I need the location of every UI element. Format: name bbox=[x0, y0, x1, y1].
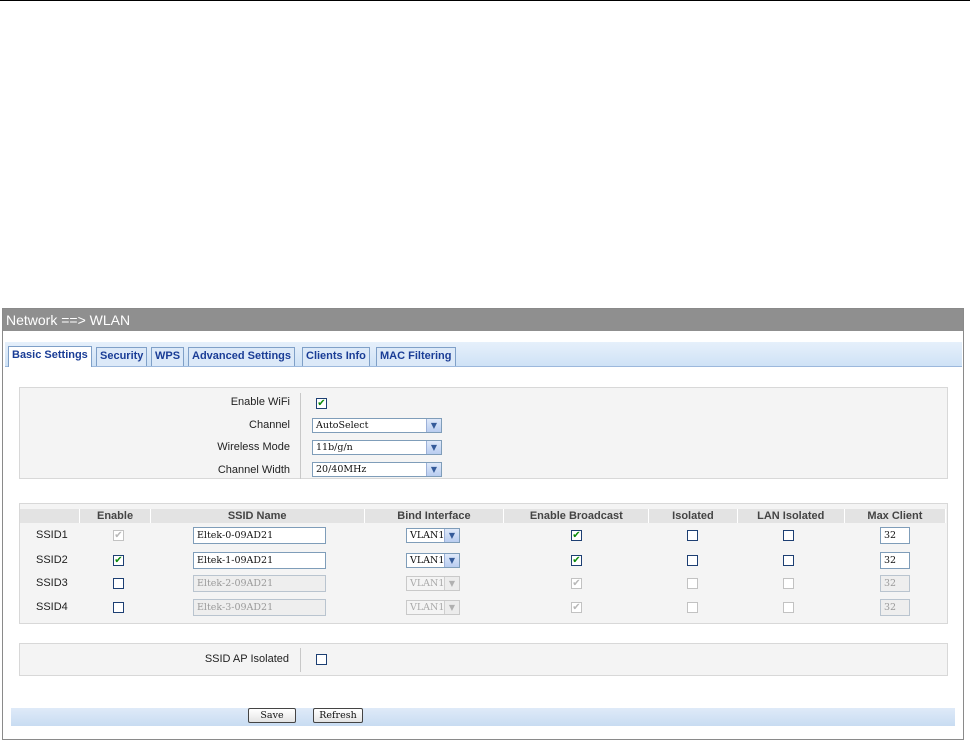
isolated-checkbox bbox=[687, 602, 698, 613]
chevron-down-icon: ▼ bbox=[444, 529, 459, 542]
column-header: Bind Interface bbox=[364, 509, 505, 523]
page-title: Network ==> WLAN bbox=[3, 309, 963, 331]
max-client-input: 32 bbox=[880, 599, 910, 616]
isolated-checkbox bbox=[687, 578, 698, 589]
tab-wps[interactable]: WPS bbox=[151, 347, 185, 366]
ssid-name-input: Eltek-2-09AD21 bbox=[193, 575, 326, 592]
chevron-down-icon: ▼ bbox=[444, 601, 459, 614]
bind-interface-select: VLAN1 ▼ bbox=[406, 576, 460, 591]
ssid-ap-isolated-label: SSID AP Isolated bbox=[204, 653, 289, 665]
ap-isolated-divider bbox=[300, 648, 301, 672]
lan-isolated-checkbox bbox=[783, 578, 794, 589]
column-header bbox=[20, 509, 81, 523]
ssid-ap-isolated-checkbox[interactable] bbox=[316, 654, 327, 665]
refresh-button[interactable]: Refresh bbox=[313, 708, 363, 723]
channel-width-value: 20/40MHz bbox=[316, 464, 367, 475]
bind-interface-select[interactable]: VLAN1 ▼ bbox=[406, 528, 460, 543]
chevron-down-icon: ▼ bbox=[444, 577, 459, 590]
column-header: SSID Name bbox=[150, 509, 365, 523]
chevron-down-icon: ▼ bbox=[426, 419, 441, 432]
isolated-checkbox[interactable] bbox=[687, 530, 698, 541]
button-bar bbox=[11, 708, 955, 726]
chevron-down-icon: ▼ bbox=[444, 554, 459, 567]
ssid-enable-checkbox[interactable]: ✔ bbox=[113, 555, 124, 566]
channel-value: AutoSelect bbox=[316, 420, 369, 431]
column-header: LAN Isolated bbox=[737, 509, 845, 523]
ssid-name-input[interactable]: Eltek-0-09AD21 bbox=[193, 527, 326, 544]
wireless-mode-label: Wireless Mode bbox=[217, 441, 290, 453]
bind-interface-value: VLAN1 bbox=[410, 530, 445, 541]
tab-bar: Basic Settings Security WPS Advanced Set… bbox=[5, 342, 962, 367]
ssid-table: Enable SSID Name Bind Interface Enable B… bbox=[20, 509, 947, 523]
bind-interface-value: VLAN1 bbox=[410, 578, 445, 589]
tab-mac-filtering[interactable]: MAC Filtering bbox=[376, 347, 456, 366]
lan-isolated-checkbox[interactable] bbox=[783, 530, 794, 541]
ssid-enable-checkbox: ✔ bbox=[113, 530, 124, 541]
tab-clients-info[interactable]: Clients Info bbox=[302, 347, 370, 366]
ssid-row-label: SSID4 bbox=[36, 601, 68, 613]
ssid-row-label: SSID3 bbox=[36, 577, 68, 589]
isolated-checkbox[interactable] bbox=[687, 555, 698, 566]
tab-basic-settings[interactable]: Basic Settings bbox=[8, 346, 92, 367]
save-button[interactable]: Save bbox=[248, 708, 296, 723]
column-header: Enable Broadcast bbox=[503, 509, 650, 523]
column-header: Max Client bbox=[844, 509, 947, 523]
enable-wifi-label: Enable WiFi bbox=[230, 396, 290, 408]
lan-isolated-checkbox[interactable] bbox=[783, 555, 794, 566]
enable-broadcast-checkbox: ✔ bbox=[571, 602, 582, 613]
chevron-down-icon: ▼ bbox=[426, 441, 441, 454]
ssid-row-label: SSID2 bbox=[36, 554, 68, 566]
top-border-line bbox=[0, 0, 970, 1]
column-header: Enable bbox=[79, 509, 151, 523]
max-client-input[interactable]: 32 bbox=[880, 552, 910, 569]
enable-broadcast-checkbox[interactable]: ✔ bbox=[571, 555, 582, 566]
ssid-enable-checkbox[interactable] bbox=[113, 602, 124, 613]
channel-width-label: Channel Width bbox=[217, 464, 290, 476]
bind-interface-value: VLAN1 bbox=[410, 602, 445, 613]
chevron-down-icon: ▼ bbox=[426, 463, 441, 476]
max-client-input[interactable]: 32 bbox=[880, 527, 910, 544]
tab-security[interactable]: Security bbox=[96, 347, 148, 366]
ssid-row-label: SSID1 bbox=[36, 529, 68, 541]
ssid-name-input: Eltek-3-09AD21 bbox=[193, 599, 326, 616]
channel-width-select[interactable]: 20/40MHz ▼ bbox=[312, 462, 442, 477]
ssid-name-input[interactable]: Eltek-1-09AD21 bbox=[193, 552, 326, 569]
channel-select[interactable]: AutoSelect ▼ bbox=[312, 418, 442, 433]
ssid-table-header: Enable SSID Name Bind Interface Enable B… bbox=[20, 509, 947, 523]
bind-interface-select[interactable]: VLAN1 ▼ bbox=[406, 553, 460, 568]
ssid-enable-checkbox[interactable] bbox=[113, 578, 124, 589]
wireless-mode-select[interactable]: 11b/g/n ▼ bbox=[312, 440, 442, 455]
enable-broadcast-checkbox: ✔ bbox=[571, 578, 582, 589]
basic-settings-divider bbox=[300, 393, 301, 479]
lan-isolated-checkbox bbox=[783, 602, 794, 613]
bind-interface-select: VLAN1 ▼ bbox=[406, 600, 460, 615]
tab-advanced-settings[interactable]: Advanced Settings bbox=[188, 347, 296, 366]
channel-label: Channel bbox=[249, 419, 290, 431]
column-header: Isolated bbox=[648, 509, 738, 523]
enable-wifi-checkbox[interactable]: ✔ bbox=[316, 398, 327, 409]
wireless-mode-value: 11b/g/n bbox=[316, 442, 353, 453]
bind-interface-value: VLAN1 bbox=[410, 555, 445, 566]
max-client-input: 32 bbox=[880, 575, 910, 592]
enable-broadcast-checkbox[interactable]: ✔ bbox=[571, 530, 582, 541]
